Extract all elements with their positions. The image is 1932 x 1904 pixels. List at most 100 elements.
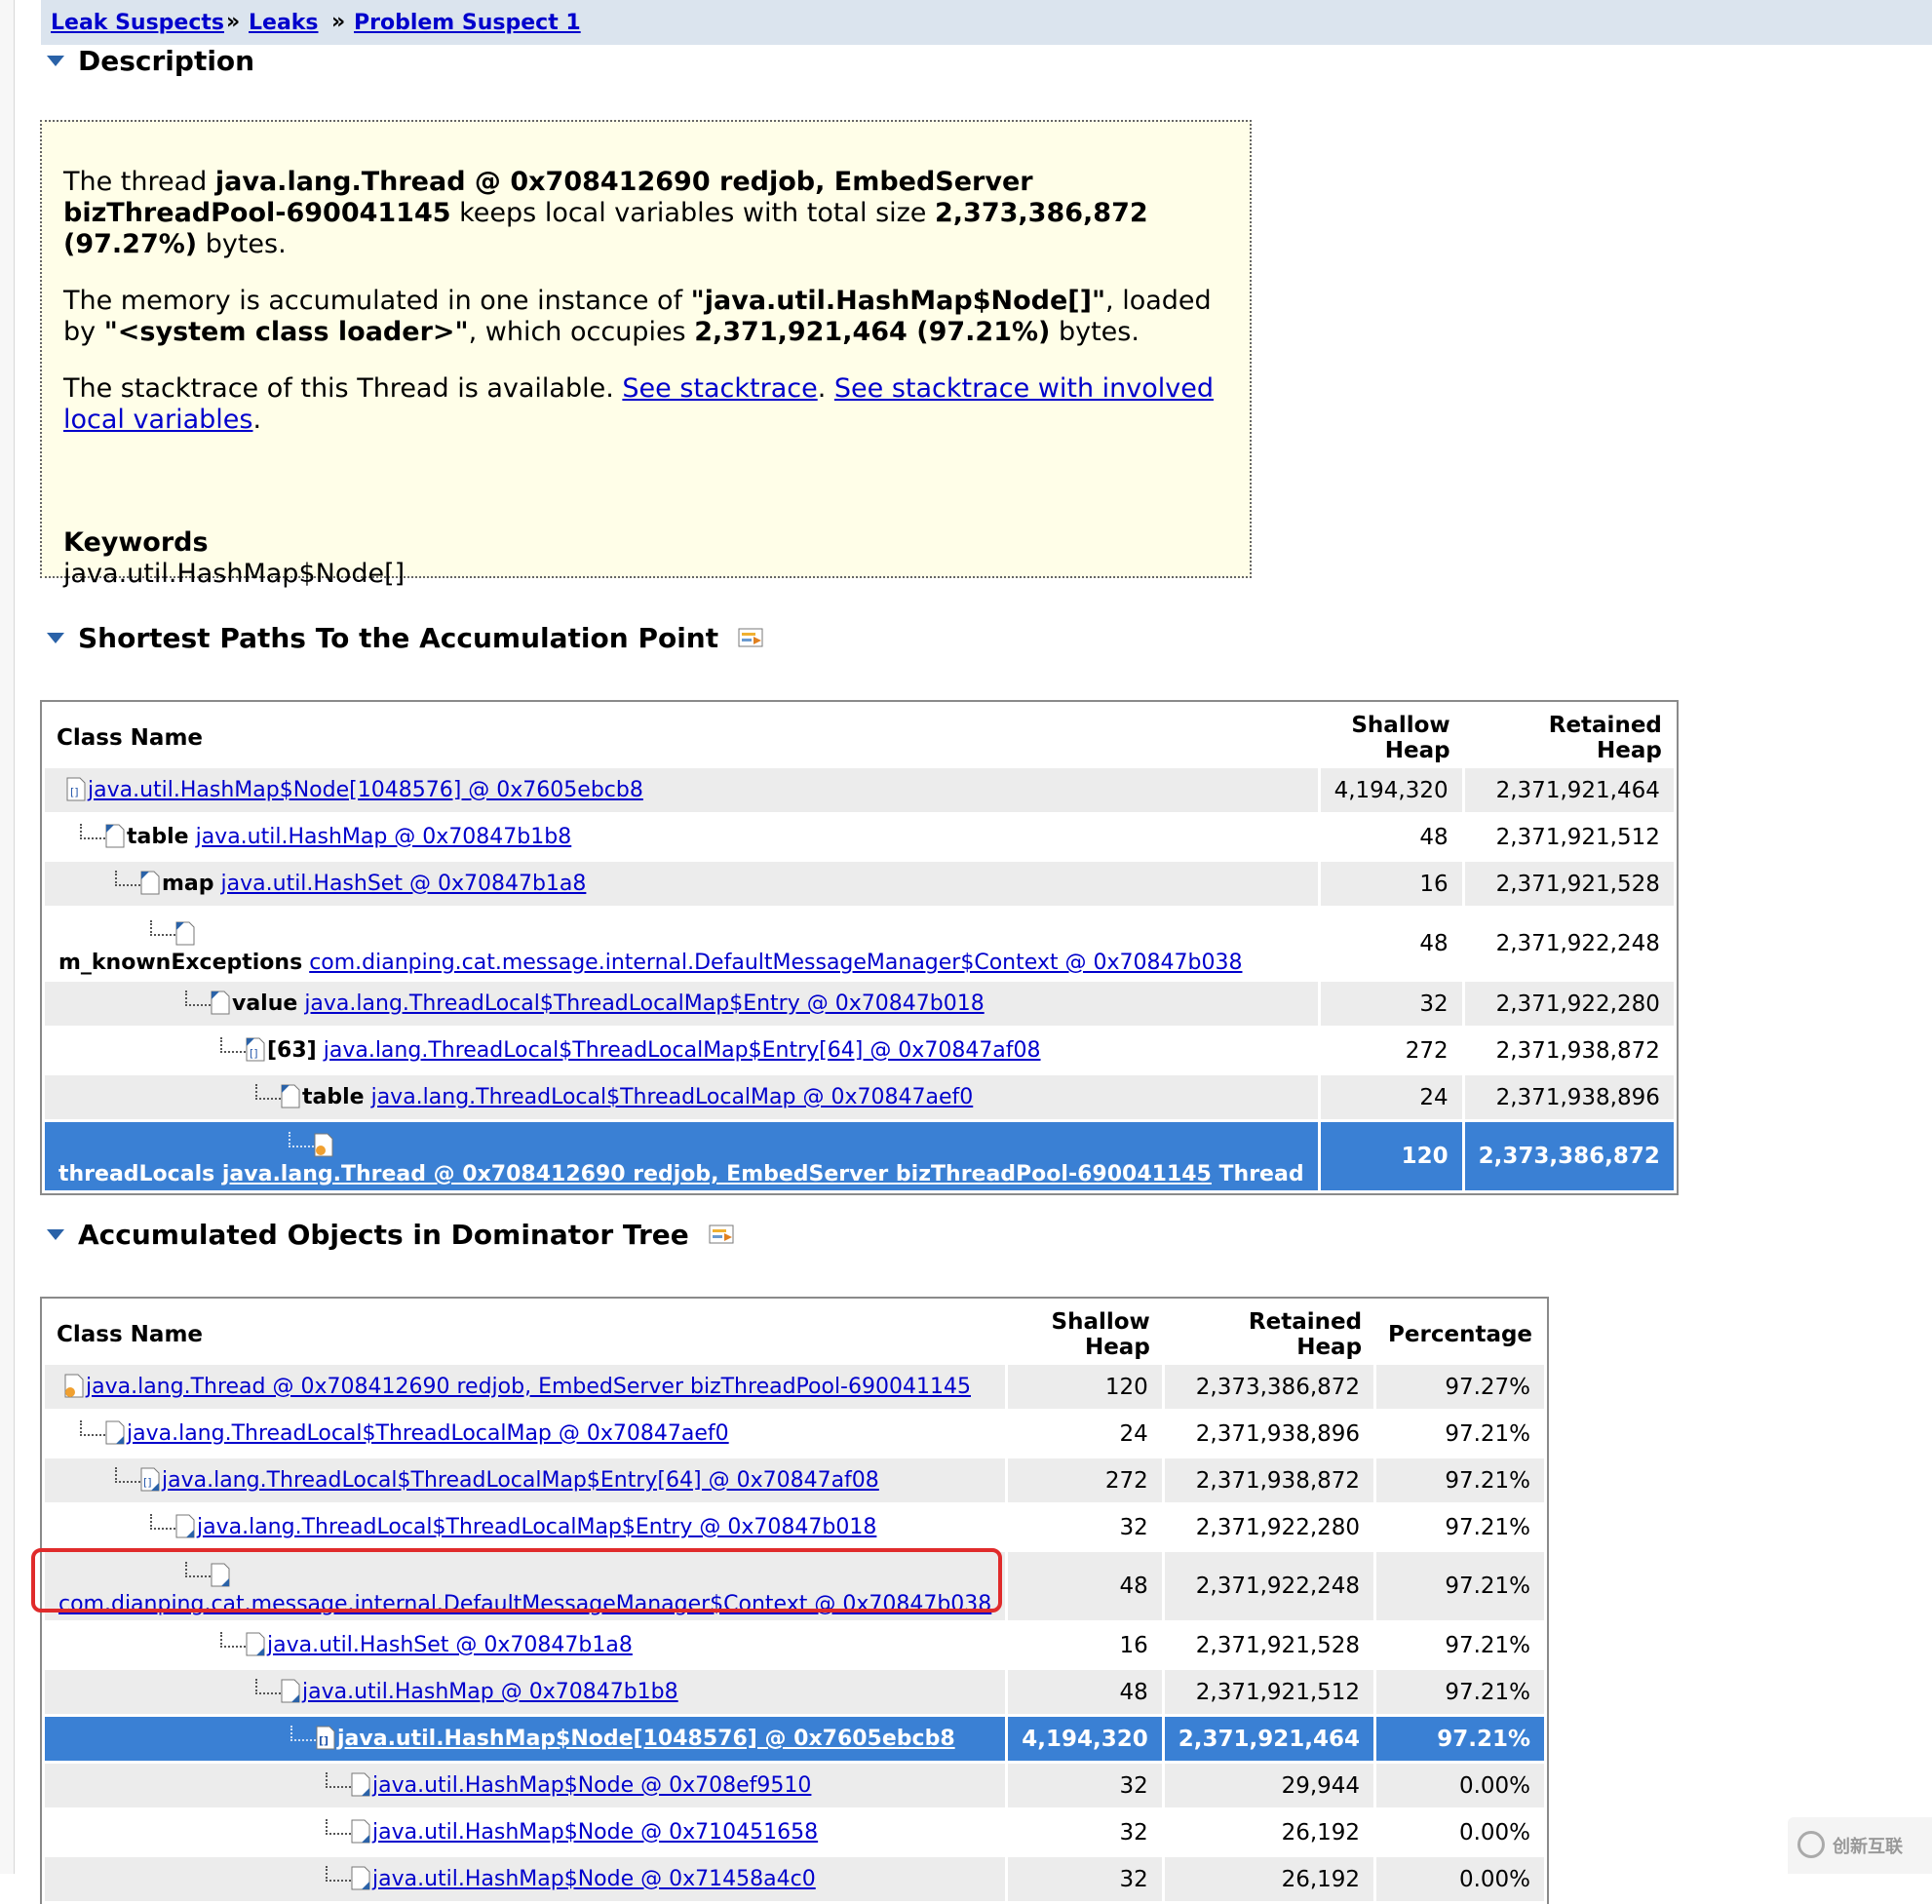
column-header-percentage[interactable]: Percentage bbox=[1376, 1302, 1545, 1362]
object-link[interactable]: java.util.HashMap$Node[1048576] @ 0x7605… bbox=[88, 778, 643, 802]
shallow-heap-cell: 48 bbox=[1320, 815, 1462, 859]
tree-connector bbox=[115, 1466, 140, 1483]
column-header-class-name[interactable]: Class Name bbox=[45, 705, 1318, 765]
see-stacktrace-link[interactable]: See stacktrace bbox=[622, 373, 817, 404]
object-icon bbox=[211, 991, 230, 1015]
class-loader: "<system class loader>" bbox=[103, 317, 469, 347]
class-name-cell: java.util.HashSet @ 0x70847b1a8 bbox=[45, 1623, 1006, 1667]
class-name-cell: java.util.HashMap @ 0x70847b1b8 bbox=[45, 1670, 1006, 1714]
table-row[interactable]: [] java.util.HashMap$Node[1048576] @ 0x76… bbox=[45, 768, 1674, 812]
text: The memory is accumulated in one instanc… bbox=[63, 286, 691, 316]
table-row[interactable]: java.util.HashMap$Node @ 0x71458a4c0 32 … bbox=[45, 1857, 1545, 1901]
tree-connector bbox=[220, 1631, 246, 1648]
table-row[interactable]: m_knownExceptions com.dianping.cat.messa… bbox=[45, 909, 1674, 979]
watermark-text: 创新互联 bbox=[1833, 1837, 1903, 1857]
shortest-paths-header[interactable]: Shortest Paths To the Accumulation Point bbox=[47, 622, 765, 654]
object-link[interactable]: java.util.HashMap @ 0x70847b1b8 bbox=[196, 825, 572, 849]
column-header-retained-heap[interactable]: Retained Heap bbox=[1164, 1302, 1374, 1362]
retained-heap-cell: 2,371,922,248 bbox=[1164, 1552, 1374, 1620]
highlight-annotation-box bbox=[31, 1548, 1002, 1613]
table-row[interactable]: map java.util.HashSet @ 0x70847b1a8 16 2… bbox=[45, 862, 1674, 906]
retained-heap-cell: 2,373,386,872 bbox=[1464, 1122, 1674, 1190]
table-row[interactable]: value java.lang.ThreadLocal$ThreadLocalM… bbox=[45, 982, 1674, 1026]
text: bytes. bbox=[197, 229, 287, 259]
table-row[interactable]: table java.lang.ThreadLocal$ThreadLocalM… bbox=[45, 1075, 1674, 1119]
thread-object-icon bbox=[314, 1133, 333, 1156]
shallow-heap-cell: 272 bbox=[1008, 1458, 1162, 1502]
tree-connector bbox=[255, 1678, 281, 1694]
table-row[interactable]: java.util.HashMap$Node @ 0x708ef9510 32 … bbox=[45, 1764, 1545, 1807]
shallow-heap-cell: 120 bbox=[1320, 1122, 1462, 1190]
svg-text:[]: [] bbox=[70, 786, 79, 798]
tree-branch bbox=[58, 1132, 1304, 1162]
class-name-cell: [] java.lang.ThreadLocal$ThreadLocalMap$E… bbox=[45, 1458, 1006, 1502]
tree-connector bbox=[150, 1513, 175, 1530]
shallow-heap-cell: 48 bbox=[1008, 1670, 1162, 1714]
table-row[interactable]: java.util.HashMap @ 0x70847b1b8 48 2,371… bbox=[45, 1670, 1545, 1714]
tree-connector bbox=[290, 1725, 316, 1741]
breadcrumb-leak-suspects[interactable]: Leak Suspects bbox=[51, 11, 224, 35]
column-header-retained-heap[interactable]: Retained Heap bbox=[1464, 705, 1674, 765]
description-header[interactable]: Description bbox=[47, 45, 254, 77]
class-name-cell: table java.lang.ThreadLocal$ThreadLocalM… bbox=[45, 1075, 1318, 1119]
table-row-selected[interactable]: [] java.util.HashMap$Node[1048576] @ 0x76… bbox=[45, 1717, 1545, 1761]
menu-icon[interactable] bbox=[709, 1224, 736, 1245]
class-name-cell: java.util.HashMap$Node @ 0x708ef9510 bbox=[45, 1764, 1006, 1807]
table-row[interactable]: java.lang.ThreadLocal$ThreadLocalMap$Ent… bbox=[45, 1505, 1545, 1549]
object-link[interactable]: java.lang.ThreadLocal$ThreadLocalMap @ 0… bbox=[127, 1421, 729, 1446]
table-row[interactable]: [] java.lang.ThreadLocal$ThreadLocalMap$E… bbox=[45, 1458, 1545, 1502]
collapse-triangle-icon[interactable] bbox=[47, 1228, 64, 1240]
table-row[interactable]: table java.util.HashMap @ 0x70847b1b8 48… bbox=[45, 815, 1674, 859]
column-header-shallow-heap[interactable]: Shallow Heap bbox=[1320, 705, 1462, 765]
object-link[interactable]: java.lang.ThreadLocal$ThreadLocalMap$Ent… bbox=[162, 1468, 879, 1493]
breadcrumb-leaks[interactable]: Leaks bbox=[249, 11, 319, 35]
svg-text:[]: [] bbox=[319, 1734, 328, 1747]
table-row[interactable]: java.util.HashMap$Node @ 0x710451658 32 … bbox=[45, 1810, 1545, 1854]
object-link[interactable]: java.util.HashSet @ 0x70847b1a8 bbox=[267, 1633, 633, 1657]
keywords-title: Keywords bbox=[63, 527, 209, 558]
object-link[interactable]: java.lang.Thread @ 0x708412690 redjob, E… bbox=[222, 1162, 1212, 1186]
table-header-row: Class Name Shallow Heap Retained Heap Pe… bbox=[45, 1302, 1545, 1362]
retained-heap-cell: 2,371,921,464 bbox=[1164, 1717, 1374, 1761]
column-header-class-name[interactable]: Class Name bbox=[45, 1302, 1006, 1362]
collapse-triangle-icon[interactable] bbox=[47, 55, 64, 66]
object-icon bbox=[351, 1866, 370, 1890]
retained-heap-cell: 2,371,922,280 bbox=[1164, 1505, 1374, 1549]
retained-heap-cell: 2,371,938,896 bbox=[1464, 1075, 1674, 1119]
object-link[interactable]: java.util.HashMap$Node @ 0x708ef9510 bbox=[372, 1773, 811, 1798]
percentage-cell: 97.21% bbox=[1376, 1505, 1545, 1549]
object-link[interactable]: java.lang.ThreadLocal$ThreadLocalMap @ 0… bbox=[371, 1085, 974, 1109]
object-link[interactable]: java.util.HashMap @ 0x70847b1b8 bbox=[302, 1680, 678, 1704]
text: bytes. bbox=[1050, 317, 1140, 347]
object-link[interactable]: java.util.HashMap$Node @ 0x710451658 bbox=[372, 1820, 818, 1845]
object-link[interactable]: com.dianping.cat.message.internal.Defaul… bbox=[309, 951, 1242, 975]
object-link[interactable]: java.util.HashSet @ 0x70847b1a8 bbox=[221, 872, 587, 896]
tree-connector bbox=[185, 990, 211, 1006]
dominator-tree-title: Accumulated Objects in Dominator Tree bbox=[78, 1219, 689, 1251]
object-link[interactable]: java.lang.ThreadLocal$ThreadLocalMap$Ent… bbox=[304, 991, 984, 1016]
shallow-heap-cell: 32 bbox=[1008, 1857, 1162, 1901]
table-row[interactable]: [] [63] java.lang.ThreadLocal$ThreadLocal… bbox=[45, 1029, 1674, 1072]
collapse-triangle-icon[interactable] bbox=[47, 632, 64, 643]
object-link[interactable]: java.lang.Thread @ 0x708412690 redjob, E… bbox=[86, 1375, 971, 1399]
object-link[interactable]: java.lang.ThreadLocal$ThreadLocalMap$Ent… bbox=[197, 1515, 876, 1539]
column-header-shallow-heap[interactable]: Shallow Heap bbox=[1008, 1302, 1162, 1362]
menu-icon[interactable] bbox=[738, 627, 765, 648]
percentage-cell: 97.21% bbox=[1376, 1623, 1545, 1667]
tree-connector bbox=[115, 870, 140, 886]
dominator-tree-header[interactable]: Accumulated Objects in Dominator Tree bbox=[47, 1219, 736, 1251]
breadcrumb-problem-suspect-1[interactable]: Problem Suspect 1 bbox=[354, 11, 581, 35]
object-icon bbox=[351, 1819, 370, 1844]
object-link[interactable]: java.util.HashMap$Node @ 0x71458a4c0 bbox=[372, 1867, 816, 1891]
table-row[interactable]: java.util.HashSet @ 0x70847b1a8 16 2,371… bbox=[45, 1623, 1545, 1667]
table-row[interactable]: java.lang.Thread @ 0x708412690 redjob, E… bbox=[45, 1365, 1545, 1409]
object-link[interactable]: java.lang.ThreadLocal$ThreadLocalMap$Ent… bbox=[324, 1038, 1041, 1063]
table-row[interactable]: java.lang.ThreadLocal$ThreadLocalMap @ 0… bbox=[45, 1412, 1545, 1456]
table-row-selected[interactable]: threadLocals java.lang.Thread @ 0x708412… bbox=[45, 1122, 1674, 1190]
object-icon bbox=[246, 1632, 265, 1656]
shallow-heap-cell: 24 bbox=[1008, 1412, 1162, 1456]
thread-object-icon bbox=[64, 1374, 84, 1398]
shallow-heap-cell: 48 bbox=[1008, 1552, 1162, 1620]
object-link[interactable]: java.util.HashMap$Node[1048576] @ 0x7605… bbox=[337, 1727, 955, 1751]
retained-heap-cell: 2,371,938,872 bbox=[1164, 1458, 1374, 1502]
